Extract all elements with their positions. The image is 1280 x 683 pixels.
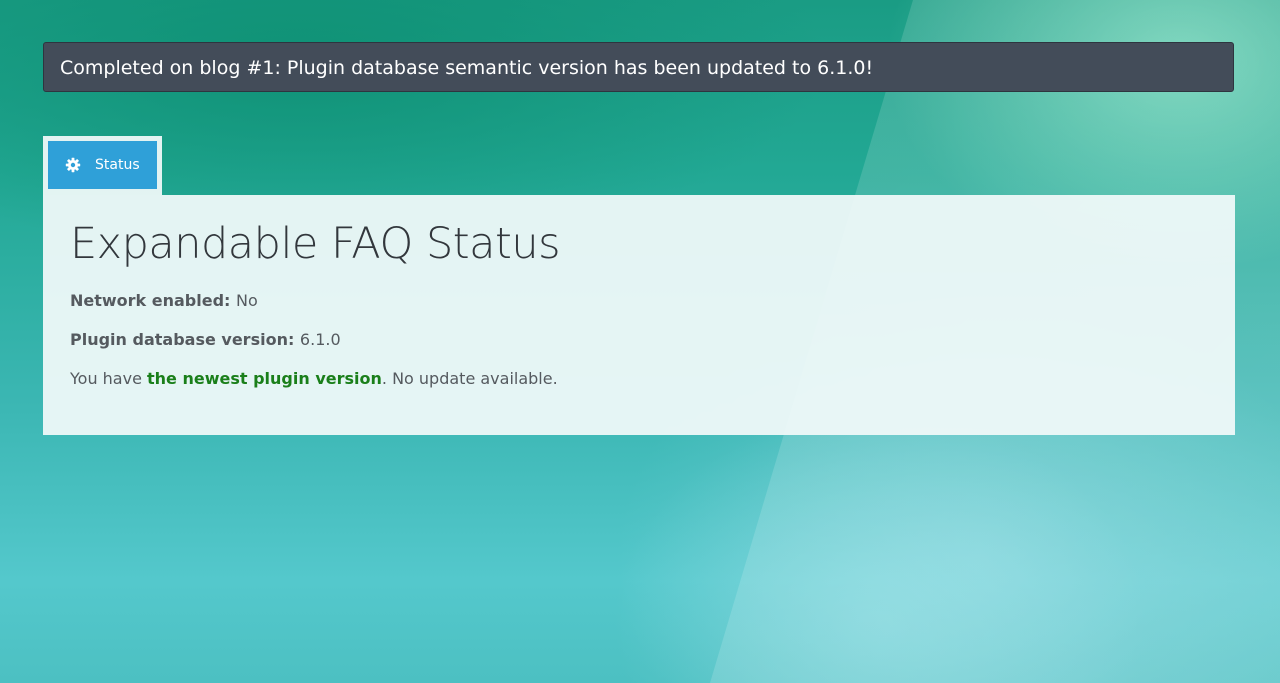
status-panel: Expandable FAQ Status Network enabled: N…	[43, 195, 1235, 435]
plugin-version-status: the newest plugin version	[147, 369, 382, 388]
db-version-row: Plugin database version: 6.1.0	[70, 329, 1208, 351]
tab-status[interactable]: Status	[48, 141, 157, 189]
network-enabled-row: Network enabled: No	[70, 290, 1208, 312]
tab-status-label: Status	[95, 157, 140, 173]
page-title: Expandable FAQ Status	[70, 219, 561, 269]
plugin-version-prefix: You have	[70, 369, 148, 388]
plugin-version-suffix: . No update available.	[381, 369, 558, 388]
update-notice-text: Completed on blog #1: Plugin database se…	[60, 57, 874, 79]
network-enabled-label: Network enabled:	[70, 291, 237, 310]
update-notice: Completed on blog #1: Plugin database se…	[43, 42, 1234, 92]
network-enabled-value: No	[236, 291, 258, 310]
plugin-version-row: You have the newest plugin version. No u…	[70, 368, 1208, 390]
gear-icon	[65, 157, 81, 173]
db-version-label: Plugin database version:	[70, 330, 300, 349]
db-version-value: 6.1.0	[299, 330, 341, 349]
tab-bar: Status	[43, 136, 162, 195]
